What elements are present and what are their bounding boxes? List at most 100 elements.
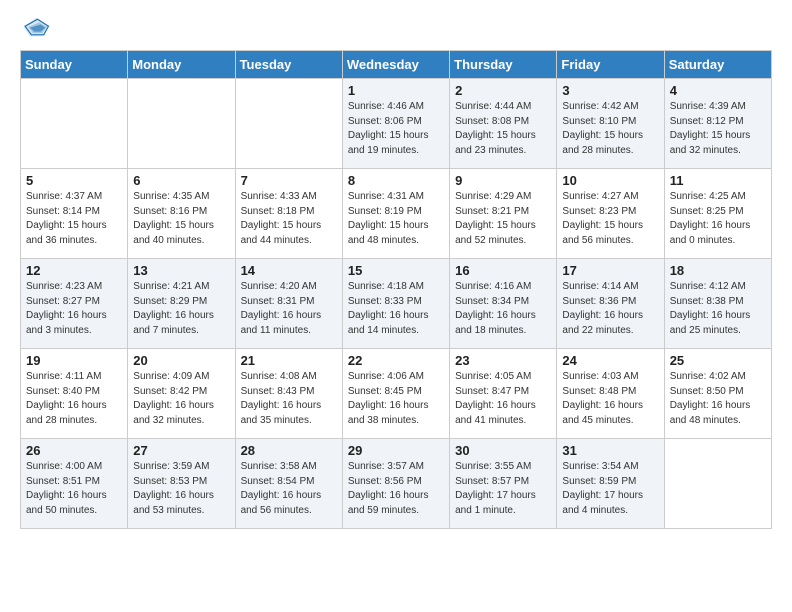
day-number: 28: [241, 443, 337, 458]
cell-detail: Sunrise: 4:14 AMSunset: 8:36 PMDaylight:…: [562, 280, 658, 338]
calendar-cell: 4 Sunrise: 4:39 AMSunset: 8:12 PMDaylight…: [664, 79, 771, 169]
cell-detail: Sunrise: 4:18 AMSunset: 8:33 PMDaylight:…: [348, 280, 444, 338]
calendar-cell: 20Sunrise: 4:09 AMSunset: 8:42 PMDayligh…: [128, 349, 235, 439]
calendar-page: SundayMondayTuesdayWednesdayThursdayFrid…: [0, 0, 792, 545]
cell-detail: Sunrise: 3:57 AMSunset: 8:56 PMDaylight:…: [348, 460, 444, 518]
day-number: 6: [133, 173, 229, 188]
day-number: 19: [26, 353, 122, 368]
cell-detail: Sunrise: 4:37 AMSunset: 8:14 PMDaylight:…: [26, 190, 122, 248]
day-number: 15: [348, 263, 444, 278]
day-number: 3: [562, 83, 658, 98]
cell-detail: Sunrise: 4:06 AMSunset: 8:45 PMDaylight:…: [348, 370, 444, 428]
day-number: 17: [562, 263, 658, 278]
calendar-cell: 27 Sunrise: 3:59 AMSunset: 8:53 PMDayligh…: [128, 439, 235, 529]
day-number: 9: [455, 173, 551, 188]
cell-detail: Sunrise: 4:25 AMSunset: 8:25 PMDaylight:…: [670, 190, 766, 248]
cell-detail: Sunrise: 3:58 AMSunset: 8:54 PMDaylight:…: [241, 460, 337, 518]
cell-detail: Sunrise: 3:54 AMSunset: 8:59 PMDaylight:…: [562, 460, 658, 518]
calendar-cell: 11 Sunrise: 4:25 AMSunset: 8:25 PMDayligh…: [664, 169, 771, 259]
calendar-cell: 13 Sunrise: 4:21 AMSunset: 8:29 PMDayligh…: [128, 259, 235, 349]
day-number: 26: [26, 443, 122, 458]
weekday-header-monday: Monday: [128, 51, 235, 79]
day-number: 29: [348, 443, 444, 458]
cell-detail: Sunrise: 4:29 AMSunset: 8:21 PMDaylight:…: [455, 190, 551, 248]
calendar-cell: 24 Sunrise: 4:03 AMSunset: 8:48 PMDayligh…: [557, 349, 664, 439]
calendar-cell: 2 Sunrise: 4:44 AMSunset: 8:08 PMDaylight…: [450, 79, 557, 169]
cell-detail: Sunrise: 4:20 AMSunset: 8:31 PMDaylight:…: [241, 280, 337, 338]
calendar-cell: 16 Sunrise: 4:16 AMSunset: 8:34 PMDayligh…: [450, 259, 557, 349]
cell-detail: Sunrise: 4:42 AMSunset: 8:10 PMDaylight:…: [562, 100, 658, 158]
day-number: 2: [455, 83, 551, 98]
calendar-cell: 3 Sunrise: 4:42 AMSunset: 8:10 PMDaylight…: [557, 79, 664, 169]
calendar-cell: 31 Sunrise: 3:54 AMSunset: 8:59 PMDayligh…: [557, 439, 664, 529]
day-number: 8: [348, 173, 444, 188]
day-number: 10: [562, 173, 658, 188]
cell-detail: Sunrise: 4:03 AMSunset: 8:48 PMDaylight:…: [562, 370, 658, 428]
calendar-cell: 8Sunrise: 4:31 AMSunset: 8:19 PMDaylight…: [342, 169, 449, 259]
day-number: 12: [26, 263, 122, 278]
calendar-cell: [21, 79, 128, 169]
calendar-cell: 9 Sunrise: 4:29 AMSunset: 8:21 PMDaylight…: [450, 169, 557, 259]
day-number: 13: [133, 263, 229, 278]
day-number: 25: [670, 353, 766, 368]
day-number: 30: [455, 443, 551, 458]
weekday-header-wednesday: Wednesday: [342, 51, 449, 79]
day-number: 21: [241, 353, 337, 368]
week-row-4: 19 Sunrise: 4:11 AMSunset: 8:40 PMDayligh…: [21, 349, 772, 439]
cell-detail: Sunrise: 4:08 AMSunset: 8:43 PMDaylight:…: [241, 370, 337, 428]
day-number: 24: [562, 353, 658, 368]
calendar-cell: [664, 439, 771, 529]
cell-detail: Sunrise: 4:21 AMSunset: 8:29 PMDaylight:…: [133, 280, 229, 338]
weekday-header-row: SundayMondayTuesdayWednesdayThursdayFrid…: [21, 51, 772, 79]
cell-detail: Sunrise: 4:05 AMSunset: 8:47 PMDaylight:…: [455, 370, 551, 428]
calendar-cell: [128, 79, 235, 169]
weekday-header-friday: Friday: [557, 51, 664, 79]
calendar-cell: 18 Sunrise: 4:12 AMSunset: 8:38 PMDayligh…: [664, 259, 771, 349]
cell-detail: Sunrise: 4:11 AMSunset: 8:40 PMDaylight:…: [26, 370, 122, 428]
calendar-cell: 6Sunrise: 4:35 AMSunset: 8:16 PMDaylight…: [128, 169, 235, 259]
calendar-cell: 10 Sunrise: 4:27 AMSunset: 8:23 PMDayligh…: [557, 169, 664, 259]
week-row-2: 5 Sunrise: 4:37 AMSunset: 8:14 PMDaylight…: [21, 169, 772, 259]
weekday-header-tuesday: Tuesday: [235, 51, 342, 79]
day-number: 22: [348, 353, 444, 368]
day-number: 31: [562, 443, 658, 458]
calendar-cell: 29 Sunrise: 3:57 AMSunset: 8:56 PMDayligh…: [342, 439, 449, 529]
day-number: 27: [133, 443, 229, 458]
calendar-cell: 5 Sunrise: 4:37 AMSunset: 8:14 PMDaylight…: [21, 169, 128, 259]
calendar-cell: 19 Sunrise: 4:11 AMSunset: 8:40 PMDayligh…: [21, 349, 128, 439]
cell-detail: Sunrise: 4:12 AMSunset: 8:38 PMDaylight:…: [670, 280, 766, 338]
calendar-cell: 26Sunrise: 4:00 AMSunset: 8:51 PMDayligh…: [21, 439, 128, 529]
cell-detail: Sunrise: 4:44 AMSunset: 8:08 PMDaylight:…: [455, 100, 551, 158]
calendar-cell: [235, 79, 342, 169]
calendar-table: SundayMondayTuesdayWednesdayThursdayFrid…: [20, 50, 772, 529]
week-row-3: 12 Sunrise: 4:23 AMSunset: 8:27 PMDayligh…: [21, 259, 772, 349]
cell-detail: Sunrise: 4:27 AMSunset: 8:23 PMDaylight:…: [562, 190, 658, 248]
day-number: 4: [670, 83, 766, 98]
logo: [20, 16, 52, 38]
cell-detail: Sunrise: 4:23 AMSunset: 8:27 PMDaylight:…: [26, 280, 122, 338]
weekday-header-thursday: Thursday: [450, 51, 557, 79]
cell-detail: Sunrise: 3:59 AMSunset: 8:53 PMDaylight:…: [133, 460, 229, 518]
day-number: 20: [133, 353, 229, 368]
day-number: 23: [455, 353, 551, 368]
day-number: 14: [241, 263, 337, 278]
day-number: 16: [455, 263, 551, 278]
cell-detail: Sunrise: 4:39 AMSunset: 8:12 PMDaylight:…: [670, 100, 766, 158]
day-number: 7: [241, 173, 337, 188]
day-number: 11: [670, 173, 766, 188]
weekday-header-saturday: Saturday: [664, 51, 771, 79]
day-number: 5: [26, 173, 122, 188]
week-row-5: 26Sunrise: 4:00 AMSunset: 8:51 PMDayligh…: [21, 439, 772, 529]
day-number: 18: [670, 263, 766, 278]
calendar-cell: 22 Sunrise: 4:06 AMSunset: 8:45 PMDayligh…: [342, 349, 449, 439]
calendar-cell: 23 Sunrise: 4:05 AMSunset: 8:47 PMDayligh…: [450, 349, 557, 439]
calendar-cell: 25Sunrise: 4:02 AMSunset: 8:50 PMDayligh…: [664, 349, 771, 439]
calendar-cell: 12 Sunrise: 4:23 AMSunset: 8:27 PMDayligh…: [21, 259, 128, 349]
weekday-header-sunday: Sunday: [21, 51, 128, 79]
header: [20, 16, 772, 38]
calendar-cell: 28 Sunrise: 3:58 AMSunset: 8:54 PMDayligh…: [235, 439, 342, 529]
calendar-cell: 15 Sunrise: 4:18 AMSunset: 8:33 PMDayligh…: [342, 259, 449, 349]
calendar-cell: 1Sunrise: 4:46 AMSunset: 8:06 PMDaylight…: [342, 79, 449, 169]
calendar-cell: 30Sunrise: 3:55 AMSunset: 8:57 PMDayligh…: [450, 439, 557, 529]
cell-detail: Sunrise: 4:16 AMSunset: 8:34 PMDaylight:…: [455, 280, 551, 338]
